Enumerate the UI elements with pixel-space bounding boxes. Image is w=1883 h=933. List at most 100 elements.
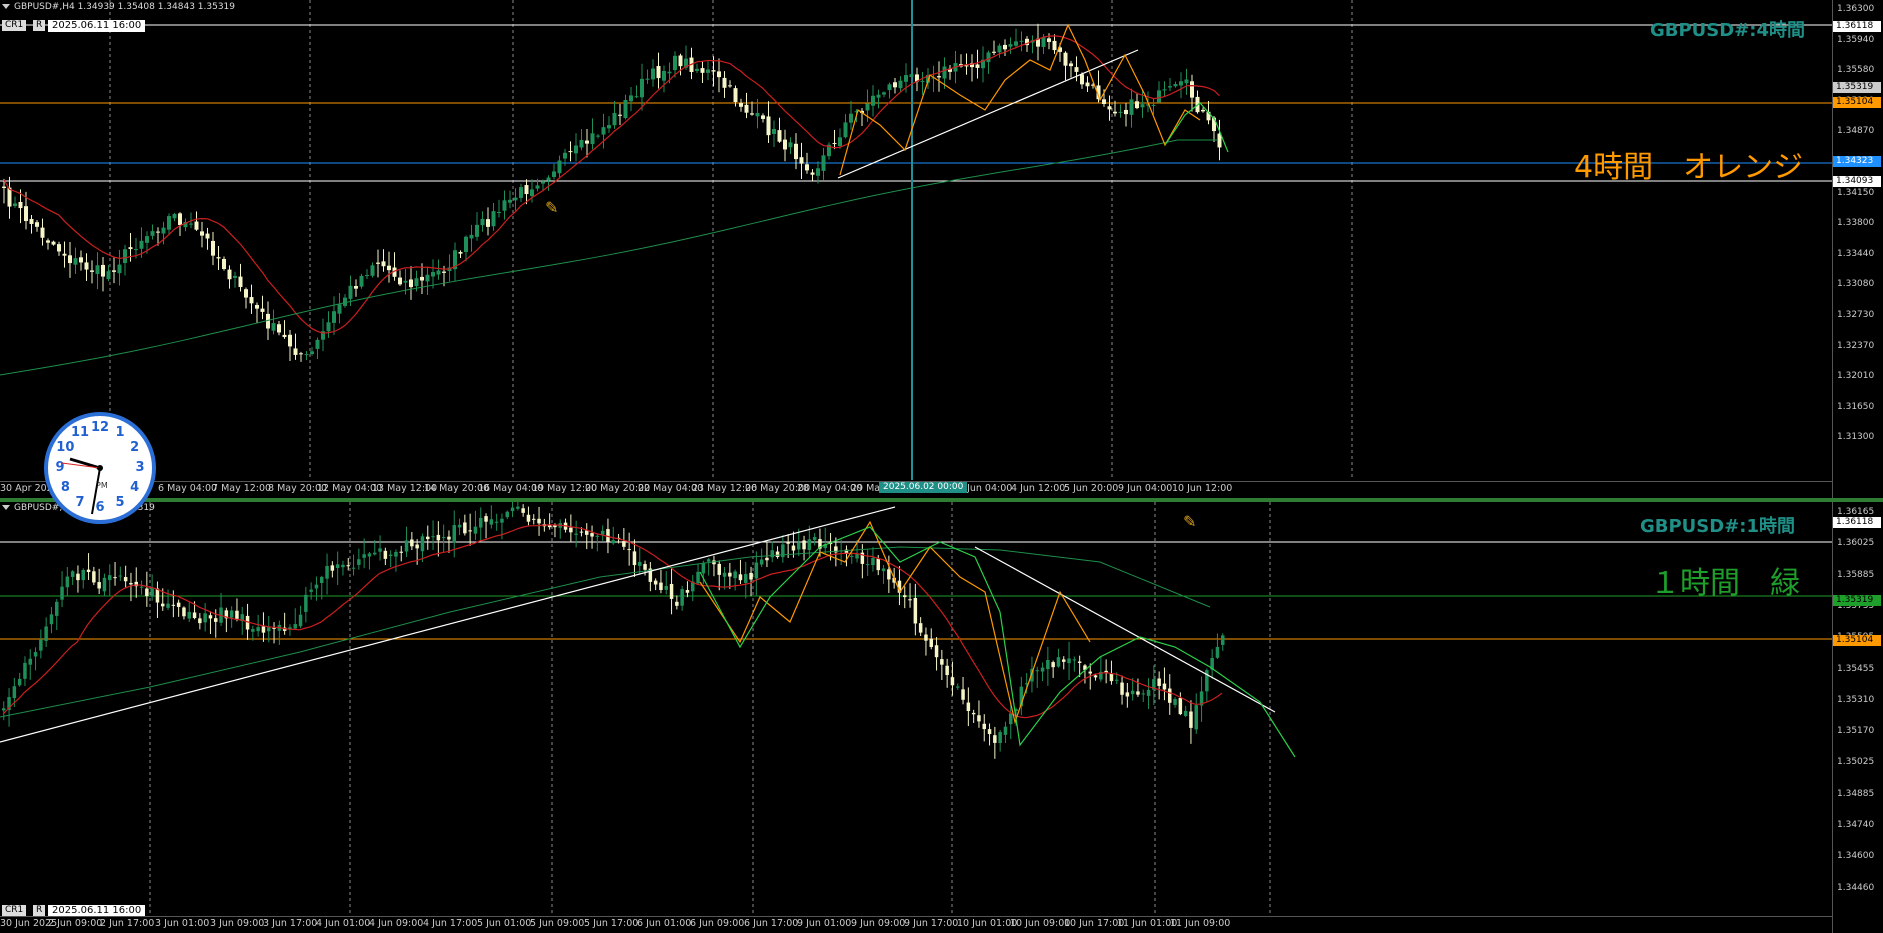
h4-candle [1135, 101, 1139, 109]
h1-candle [595, 535, 600, 537]
h4-candle [629, 95, 633, 102]
crossed-pencil-icon[interactable]: ✎ [545, 198, 558, 217]
h4-candle [524, 185, 529, 195]
h1-candle [251, 629, 255, 632]
h4-candle [645, 78, 650, 80]
h1-candle [971, 712, 976, 715]
h4-candle [425, 274, 430, 282]
h1-candle [473, 526, 478, 534]
h1-candle [516, 506, 520, 509]
h4-candle [139, 240, 144, 249]
h4-candle [623, 100, 628, 119]
h1-candle [685, 590, 690, 593]
h1-candle [494, 521, 499, 523]
h1-chart-canvas[interactable] [0, 502, 1832, 915]
cr-badge[interactable]: CR1 [2, 20, 27, 31]
h4-candle [403, 280, 408, 283]
h1-candle [659, 582, 663, 590]
h4-candle [409, 279, 413, 288]
h4-candle [986, 52, 991, 63]
time-tick-label: 10 Jun 12:00 [1172, 483, 1233, 494]
h1-candle [357, 559, 361, 565]
h1-candle [1109, 674, 1114, 682]
h4-chart-canvas[interactable] [0, 0, 1832, 480]
h1-price-axis[interactable] [1832, 502, 1883, 933]
h4-candle [51, 241, 56, 245]
analog-clock-widget[interactable]: 12 1 2 3 4 5 6 7 8 9 10 11 PM [44, 412, 156, 524]
collapse-triangle-icon[interactable] [2, 4, 10, 9]
collapse-triangle-icon[interactable] [2, 505, 10, 510]
h1-candle [394, 551, 398, 557]
h4-candle [431, 272, 435, 277]
h4-candle [662, 70, 666, 81]
price-tick-label: 1.31300 [1837, 432, 1875, 443]
h4-candle [810, 172, 815, 175]
h4-candle [700, 68, 705, 73]
h1-candle [192, 612, 197, 619]
h1-candle [479, 517, 483, 528]
h4-chart-panel[interactable]: GBPUSD#,H4 1.34939 1.35408 1.34843 1.353… [0, 0, 1883, 498]
h1-chart-panel[interactable]: GBPUSD#,H1 1.34878 1.35319 GBPUSD#:1時間 １… [0, 502, 1883, 933]
h4-candle [249, 297, 254, 304]
crossed-pencil-icon[interactable]: ✎ [1183, 512, 1196, 531]
h4-candle [1190, 81, 1194, 98]
h1-candle [33, 652, 38, 657]
h4-candle [1047, 38, 1051, 42]
h4-candle [40, 227, 45, 238]
time-tick-label: 9 Jun 04:00 [1118, 483, 1173, 494]
h4-candle [1074, 67, 1079, 72]
h4-candle [579, 139, 584, 148]
h4-candle [436, 270, 441, 275]
h1-candle [373, 552, 377, 555]
h4-candle [1157, 90, 1161, 103]
h1-candle [388, 554, 393, 556]
h4-candle [667, 71, 672, 74]
h4-candle [84, 262, 89, 270]
h4-candle [849, 113, 853, 123]
h4-candle [893, 82, 897, 88]
h4-candle [898, 80, 903, 89]
h1-candle [961, 689, 965, 700]
price-tick-label: 1.35170 [1837, 726, 1875, 737]
h1-candle [49, 614, 54, 625]
clock-hands [61, 457, 103, 515]
h1-candle [1173, 699, 1177, 705]
price-tick-label: 1.35940 [1837, 34, 1875, 45]
h4-candle [293, 348, 298, 355]
h4-candle [755, 112, 760, 117]
h1-candle [717, 563, 721, 575]
price-tick-label: 1.36165 [1837, 507, 1875, 517]
h1-candle [924, 634, 928, 641]
h4-candle [546, 177, 551, 181]
h1-candle [908, 599, 912, 601]
h1-candle [166, 603, 170, 608]
cr-badge[interactable]: CR1 [2, 905, 27, 916]
h1-candle [431, 536, 435, 538]
h1-candle [346, 565, 350, 567]
h1-candle [1194, 705, 1198, 730]
h4-candle [904, 75, 908, 82]
h4-candle [1085, 82, 1090, 87]
h1-candle [171, 604, 176, 606]
h4-ma-red [3, 35, 1220, 334]
h4-candle [942, 66, 947, 79]
h4-candle [1052, 40, 1057, 51]
price-tick-label: 1.32370 [1837, 340, 1875, 351]
h1-candle [468, 530, 472, 532]
price-tick-label: 1.32730 [1837, 310, 1875, 320]
h1-candle [457, 524, 462, 528]
h4-candle [117, 264, 122, 274]
h1-candle [1035, 670, 1039, 672]
h4-candle [909, 74, 914, 78]
r-badge[interactable]: R [33, 905, 46, 916]
h1-candle [600, 530, 605, 535]
time-tick-label: 3 Jun 01:00 [155, 918, 210, 929]
h1-candle [987, 729, 992, 735]
h4-candle [502, 200, 507, 211]
r-badge[interactable]: R [33, 20, 46, 31]
price-tick-label: 1.36300 [1837, 4, 1875, 14]
h1-candle [261, 626, 266, 633]
h4-candle [29, 218, 34, 224]
h4-candle [315, 339, 320, 349]
h1-candle [733, 571, 737, 579]
